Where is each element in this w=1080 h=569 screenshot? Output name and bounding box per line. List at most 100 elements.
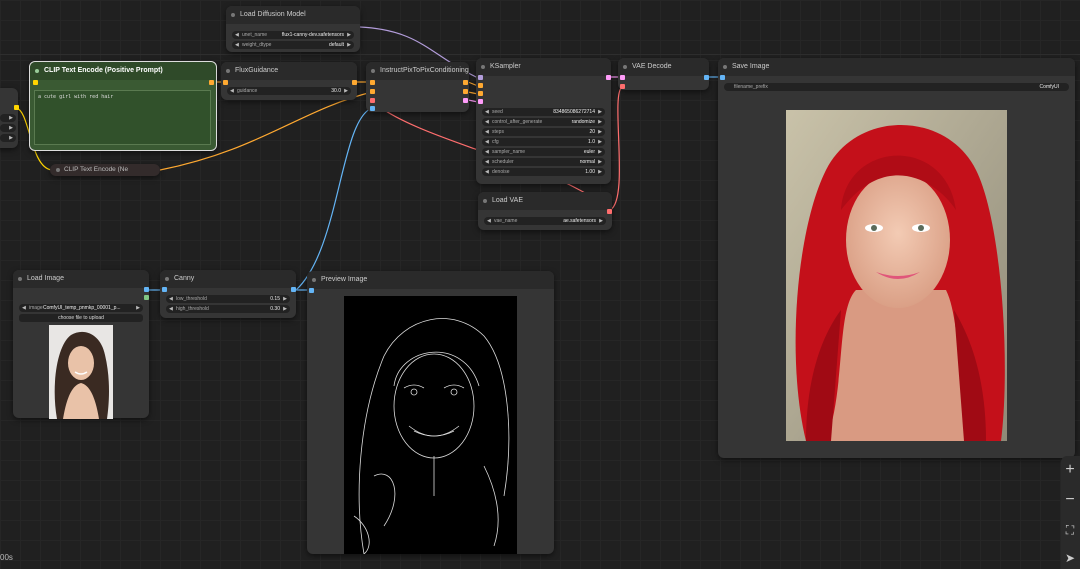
arrow-left-icon[interactable]: ◀ [485, 108, 489, 116]
model-input-port[interactable] [478, 75, 483, 80]
node-title: FluxGuidance [235, 67, 279, 74]
arrow-right-icon[interactable]: ▶ [598, 118, 602, 126]
arrow-right-icon[interactable]: ▶ [136, 304, 140, 312]
output-image[interactable] [786, 110, 1007, 441]
arrow-left-icon[interactable]: ◀ [485, 138, 489, 146]
negative-input-port[interactable] [370, 89, 375, 94]
node-load-vae[interactable]: Load VAE ◀ vae_name ae.safetensors ▶ [478, 192, 612, 230]
negative-output-port[interactable] [463, 89, 468, 94]
node-clip-text-encode-positive[interactable]: CLIP Text Encode (Positive Prompt) a cut… [29, 61, 217, 151]
upload-button[interactable]: choose file to upload [19, 314, 143, 322]
vae-input-port[interactable] [620, 84, 625, 89]
arrow-right-icon[interactable]: ▶ [283, 295, 287, 303]
negative-input-port[interactable] [478, 91, 483, 96]
node-save-image[interactable]: Save Image filename_prefix ComfyUI [718, 58, 1075, 458]
image-input-port[interactable] [162, 287, 167, 292]
conditioning-output-port[interactable] [209, 80, 214, 85]
arrow-left-icon[interactable]: ◀ [485, 148, 489, 156]
arrow-right-icon[interactable]: ▶ [347, 41, 351, 49]
low-threshold-slider[interactable]: ◀ low_threshold 0.15 ▶ [166, 295, 290, 303]
image-combo[interactable]: ◀ image ComfyUI_temp_pnmkp_00001_p... ▶ [19, 304, 143, 312]
mask-output-port[interactable] [144, 295, 149, 300]
arrow-right-icon[interactable]: ▶ [598, 128, 602, 136]
images-input-port[interactable] [309, 288, 314, 293]
unet-name-combo[interactable]: ◀ unet_name flux1-canny-dev.safetensors ▶ [232, 31, 354, 39]
arrow-left-icon[interactable]: ◀ [235, 31, 239, 39]
fit-view-icon[interactable]: ⛶ [1060, 520, 1080, 540]
prompt-textarea[interactable]: a cute girl with red hair [34, 90, 211, 145]
girl-portrait [49, 325, 113, 419]
node-ksampler[interactable]: KSampler ◀ seed 834865086272714 ▶ ◀ control_… [476, 58, 611, 184]
arrow-right-icon[interactable]: ▶ [283, 305, 287, 313]
high-threshold-slider[interactable]: ◀ high_threshold 0.30 ▶ [166, 305, 290, 313]
arrow-left-icon[interactable]: ◀ [22, 304, 26, 312]
zoom-out-icon[interactable]: − [1060, 490, 1080, 510]
positive-input-port[interactable] [478, 83, 483, 88]
vae-output-port[interactable] [607, 209, 612, 214]
denoise-widget[interactable]: ◀ denoise 1.00 ▶ [482, 168, 605, 176]
arrow-left-icon[interactable]: ◀ [169, 295, 173, 303]
arrow-left-icon[interactable]: ◀ [487, 217, 491, 225]
node-load-diffusion-model[interactable]: Load Diffusion Model ◀ unet_name flux1-can… [226, 6, 360, 52]
canny-preview-image[interactable] [344, 296, 517, 554]
arrow-left-icon[interactable]: ◀ [235, 41, 239, 49]
image-output-port[interactable] [704, 75, 709, 80]
arrow-right-icon[interactable]: ▶ [598, 148, 602, 156]
image-output-port[interactable] [291, 287, 296, 292]
positive-output-port[interactable] [463, 80, 468, 85]
pixels-input-port[interactable] [370, 106, 375, 111]
partial-widget[interactable]: ▶ [0, 134, 16, 142]
clip-input-port[interactable] [33, 80, 38, 85]
sampler-name-widget[interactable]: ◀ sampler_name euler ▶ [482, 148, 605, 156]
arrow-left-icon[interactable]: ◀ [230, 87, 234, 95]
arrow-left-icon[interactable]: ◀ [485, 158, 489, 166]
conditioning-output-port[interactable] [352, 80, 357, 85]
latent-input-port[interactable] [478, 99, 483, 104]
arrow-right-icon[interactable]: ▶ [344, 87, 348, 95]
weight-dtype-combo[interactable]: ◀ weight_dtype default ▶ [232, 41, 354, 49]
node-canny[interactable]: Canny ◀ low_threshold 0.15 ▶ ◀ high_threshol… [160, 270, 296, 318]
seed-widget[interactable]: ◀ seed 834865086272714 ▶ [482, 108, 605, 116]
image-output-port[interactable] [144, 287, 149, 292]
arrow-right-icon[interactable]: ▶ [598, 108, 602, 116]
red-hair-portrait [786, 110, 1007, 441]
guidance-slider[interactable]: ◀ guidance 30.0 ▶ [227, 87, 351, 95]
positive-input-port[interactable] [370, 80, 375, 85]
node-clip-text-encode-negative[interactable]: CLIP Text Encode (Ne [50, 164, 160, 176]
arrow-right-icon[interactable]: ▶ [598, 168, 602, 176]
partial-widget[interactable]: ▶ [0, 114, 16, 122]
input-image[interactable] [49, 325, 113, 419]
arrow-left-icon[interactable]: ◀ [485, 118, 489, 126]
arrow-right-icon[interactable]: ▶ [598, 158, 602, 166]
arrow-right-icon[interactable]: ▶ [599, 217, 603, 225]
vae-name-combo[interactable]: ◀ vae_name ae.safetensors ▶ [484, 217, 606, 225]
clip-output-port[interactable] [14, 105, 19, 110]
cfg-widget[interactable]: ◀ cfg 1.0 ▶ [482, 138, 605, 146]
arrow-right-icon[interactable]: ▶ [598, 138, 602, 146]
arrow-left-icon[interactable]: ◀ [169, 305, 173, 313]
scheduler-widget[interactable]: ◀ scheduler normal ▶ [482, 158, 605, 166]
node-partial-left[interactable]: ▶ ▶ ▶ [0, 88, 19, 148]
node-flux-guidance[interactable]: FluxGuidance ◀ guidance 30.0 ▶ [221, 62, 357, 100]
conditioning-input-port[interactable] [223, 80, 228, 85]
partial-widget[interactable]: ▶ [0, 124, 16, 132]
control-after-generate-widget[interactable]: ◀ control_after_generate randomize ▶ [482, 118, 605, 126]
filename-prefix-input[interactable]: filename_prefix ComfyUI [724, 83, 1069, 91]
steps-widget[interactable]: ◀ steps 20 ▶ [482, 128, 605, 136]
latent-output-port[interactable] [463, 98, 468, 103]
locate-icon[interactable]: ➤ [1060, 548, 1080, 568]
samples-input-port[interactable] [620, 75, 625, 80]
node-preview-image[interactable]: Preview Image [307, 271, 554, 554]
images-input-port[interactable] [720, 75, 725, 80]
node-instruct-pix2pix[interactable]: InstructPixToPixConditioning [366, 62, 469, 112]
arrow-right-icon[interactable]: ▶ [347, 31, 351, 39]
vae-input-port[interactable] [370, 98, 375, 103]
zoom-in-icon[interactable]: + [1060, 460, 1080, 480]
node-vae-decode[interactable]: VAE Decode [618, 58, 709, 90]
latent-output-port[interactable] [606, 75, 611, 80]
node-title: Canny [174, 275, 195, 282]
arrow-left-icon[interactable]: ◀ [485, 128, 489, 136]
node-load-image[interactable]: Load Image ◀ image ComfyUI_temp_pnmkp_0000… [13, 270, 149, 419]
node-title: CLIP Text Encode (Positive Prompt) [44, 67, 163, 74]
arrow-left-icon[interactable]: ◀ [485, 168, 489, 176]
